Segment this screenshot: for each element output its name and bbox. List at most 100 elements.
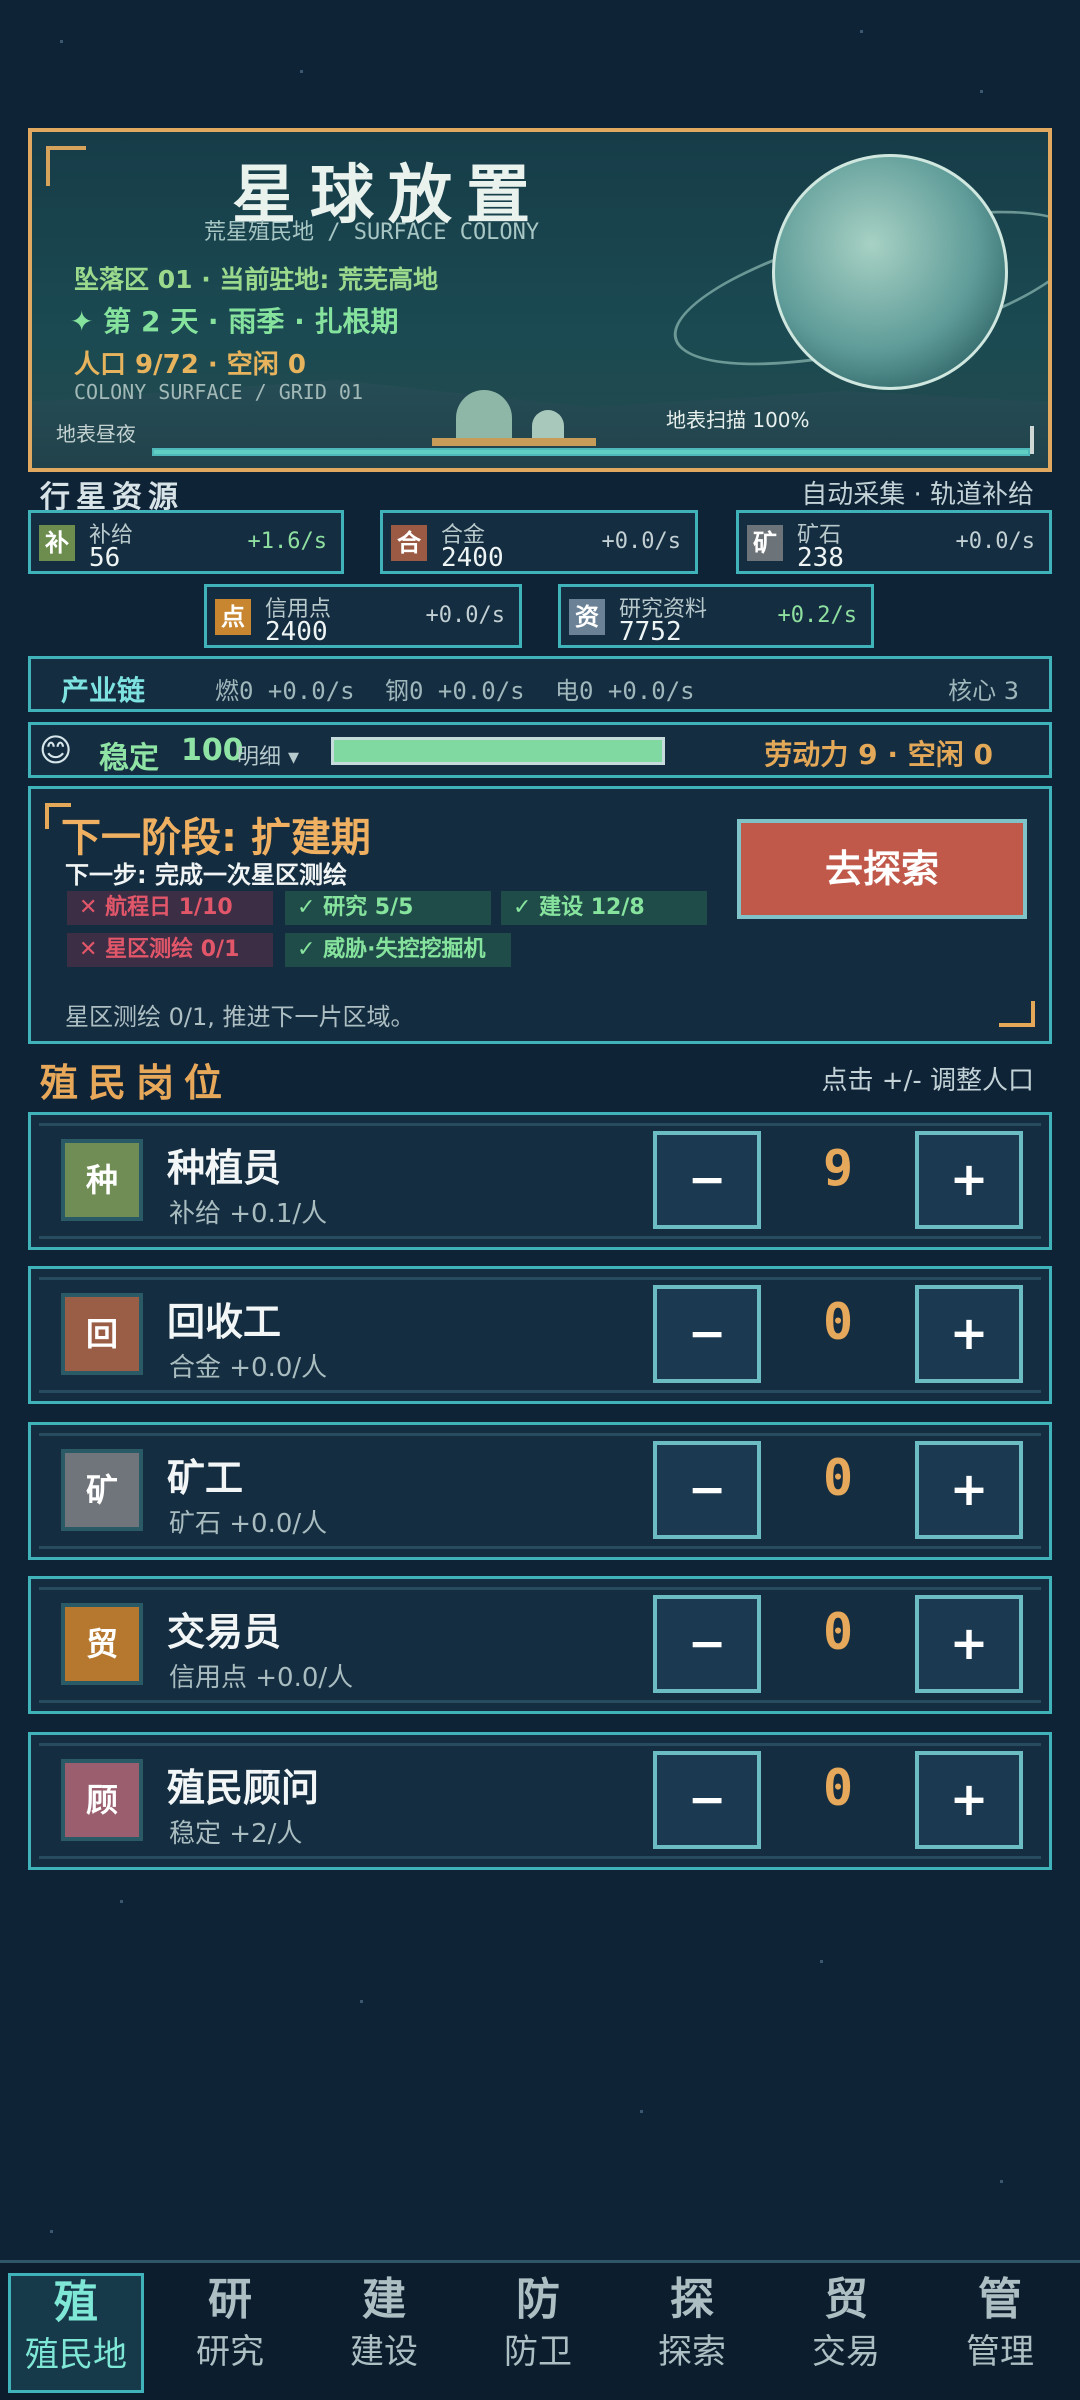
- hero-banner: 星球放置 荒星殖民地 / SURFACE COLONY 坠落区 01 · 当前驻…: [28, 128, 1052, 472]
- requirement-chip: ✓ 研究 5/5: [285, 891, 491, 925]
- resource-supply[interactable]: 补 补给 56 +1.6/s: [28, 510, 344, 574]
- nav-tab-defense[interactable]: 防 防卫: [470, 2273, 606, 2393]
- decrease-button[interactable]: −: [653, 1441, 761, 1539]
- job-name: 殖民顾问: [167, 1766, 320, 1810]
- increase-button[interactable]: +: [915, 1595, 1023, 1693]
- zone-location: 坠落区 01 · 当前驻地: 荒芜高地: [74, 265, 439, 294]
- day-night-label: 地表昼夜: [56, 422, 136, 446]
- job-count: 0: [822, 1293, 854, 1351]
- job-name: 矿工: [167, 1456, 244, 1500]
- credits-icon: 点: [215, 599, 251, 635]
- miner-icon: 矿: [61, 1449, 143, 1531]
- resource-ore[interactable]: 矿 矿石 238 +0.0/s: [736, 510, 1052, 574]
- jobs-title: 殖民岗位: [40, 1061, 233, 1105]
- game-subtitle: 荒星殖民地 / SURFACE COLONY: [204, 220, 540, 245]
- labor-status: 劳动力 9 · 空闲 0: [764, 738, 993, 771]
- nav-tab-manage[interactable]: 管 管理: [932, 2273, 1068, 2393]
- surface-scan-label: 地表扫描 100%: [666, 408, 810, 432]
- decrease-button[interactable]: −: [653, 1595, 761, 1693]
- increase-button[interactable]: +: [915, 1441, 1023, 1539]
- explore-tab-icon: 探: [670, 2274, 714, 2325]
- nav-tab-research[interactable]: 研 研究: [162, 2273, 298, 2393]
- resource-rate: +0.0/s: [601, 529, 681, 554]
- resource-research[interactable]: 资 研究资料 7752 +0.2/s: [558, 584, 874, 648]
- colony-base-platform: [432, 438, 596, 446]
- increase-button[interactable]: +: [915, 1285, 1023, 1383]
- job-count: 9: [822, 1139, 854, 1197]
- requirement-chip: ✓ 威胁·失控挖掘机: [285, 933, 511, 967]
- manage-tab-icon: 管: [978, 2274, 1022, 2325]
- job-name: 回收工: [167, 1300, 282, 1344]
- nav-label: 探索: [658, 2332, 726, 2372]
- supply-icon: 补: [39, 525, 75, 561]
- frame-corner: [999, 1001, 1035, 1027]
- stability-bar[interactable]: 😊 稳定 100 明细 ▾ 劳动力 9 · 空闲 0: [28, 722, 1052, 778]
- job-desc: 稳定 +2/人: [169, 1819, 303, 1849]
- stability-detail-toggle[interactable]: 明细 ▾: [237, 739, 299, 771]
- advisor-icon: 顾: [61, 1759, 143, 1841]
- resource-value: 7752: [619, 617, 682, 647]
- nav-label: 建设: [350, 2332, 418, 2372]
- job-desc: 补给 +0.1/人: [169, 1199, 328, 1229]
- resource-credits[interactable]: 点 信用点 2400 +0.0/s: [204, 584, 522, 648]
- ore-icon: 矿: [747, 525, 783, 561]
- decrease-button[interactable]: −: [653, 1285, 761, 1383]
- fuel-rate: 燃0 +0.0/s: [215, 677, 355, 705]
- jobs-hint: 点击 +/- 调整人口: [821, 1066, 1034, 1096]
- decrease-button[interactable]: −: [653, 1751, 761, 1849]
- resource-value: 238: [797, 543, 844, 573]
- next-step: 下一步: 完成一次星区测绘: [65, 861, 347, 889]
- nav-label: 管理: [966, 2332, 1034, 2372]
- job-row-miner: 矿 矿工 矿石 +0.0/人 − 0 +: [28, 1422, 1052, 1560]
- job-desc: 合金 +0.0/人: [169, 1353, 328, 1383]
- nav-tab-colony[interactable]: 殖 殖民地: [8, 2273, 144, 2393]
- nav-label: 殖民地: [25, 2335, 127, 2375]
- population-status: 人口 9/72 · 空闲 0: [74, 350, 306, 380]
- research-icon: 资: [569, 599, 605, 635]
- nav-label: 交易: [812, 2332, 880, 2372]
- job-count: 0: [822, 1449, 854, 1507]
- defense-tab-icon: 防: [516, 2274, 560, 2325]
- job-desc: 信用点 +0.0/人: [169, 1663, 354, 1693]
- planet-illustration: [772, 154, 1008, 390]
- job-row-recycler: 回 回收工 合金 +0.0/人 − 0 +: [28, 1266, 1052, 1404]
- job-desc: 矿石 +0.0/人: [169, 1509, 328, 1539]
- job-row-advisor: 顾 殖民顾问 稳定 +2/人 − 0 +: [28, 1732, 1052, 1870]
- increase-button[interactable]: +: [915, 1131, 1023, 1229]
- resource-alloy[interactable]: 合 合金 2400 +0.0/s: [380, 510, 698, 574]
- decrease-button[interactable]: −: [653, 1131, 761, 1229]
- job-count: 0: [822, 1603, 854, 1661]
- colony-tab-icon: 殖: [54, 2277, 98, 2328]
- phase-note: 星区测绘 0/1, 推进下一片区域。: [65, 1003, 415, 1031]
- resource-value: 2400: [265, 617, 328, 647]
- go-explore-button[interactable]: 去探索: [737, 819, 1027, 919]
- research-tab-icon: 研: [208, 2274, 252, 2325]
- bottom-navigation: 殖 殖民地 研 研究 建 建设 防 防卫 探 探索 贸 交易 管 管理: [0, 2260, 1080, 2400]
- resource-rate: +0.0/s: [425, 603, 505, 628]
- surface-scan-bar: [152, 448, 1030, 456]
- frame-corner: [46, 146, 86, 186]
- nav-tab-build[interactable]: 建 建设: [316, 2273, 452, 2393]
- core-count: 核心 3: [948, 677, 1019, 705]
- increase-button[interactable]: +: [915, 1751, 1023, 1849]
- alloy-icon: 合: [391, 525, 427, 561]
- requirement-chip: ✓ 建设 12/8: [501, 891, 707, 925]
- stability-meter: [331, 737, 665, 765]
- build-tab-icon: 建: [362, 2274, 406, 2325]
- farmer-icon: 种: [61, 1139, 143, 1221]
- power-rate: 电0 +0.0/s: [555, 677, 695, 705]
- stability-label: 稳定: [99, 741, 159, 776]
- resource-rate: +1.6/s: [247, 529, 327, 554]
- nav-tab-trade[interactable]: 贸 交易: [778, 2273, 914, 2393]
- job-name: 交易员: [167, 1610, 282, 1654]
- stability-value: 100: [181, 733, 244, 768]
- steel-rate: 钢0 +0.0/s: [385, 677, 525, 705]
- resource-rate: +0.2/s: [777, 603, 857, 628]
- job-name: 种植员: [167, 1146, 282, 1190]
- resource-value: 2400: [441, 543, 504, 573]
- nav-label: 防卫: [504, 2332, 572, 2372]
- requirement-chip: ✕ 航程日 1/10: [67, 891, 273, 925]
- job-row-trader: 贸 交易员 信用点 +0.0/人 − 0 +: [28, 1576, 1052, 1714]
- nav-tab-explore[interactable]: 探 探索: [624, 2273, 760, 2393]
- industry-chain-bar[interactable]: 产业链 燃0 +0.0/s 钢0 +0.0/s 电0 +0.0/s 核心 3: [28, 656, 1052, 712]
